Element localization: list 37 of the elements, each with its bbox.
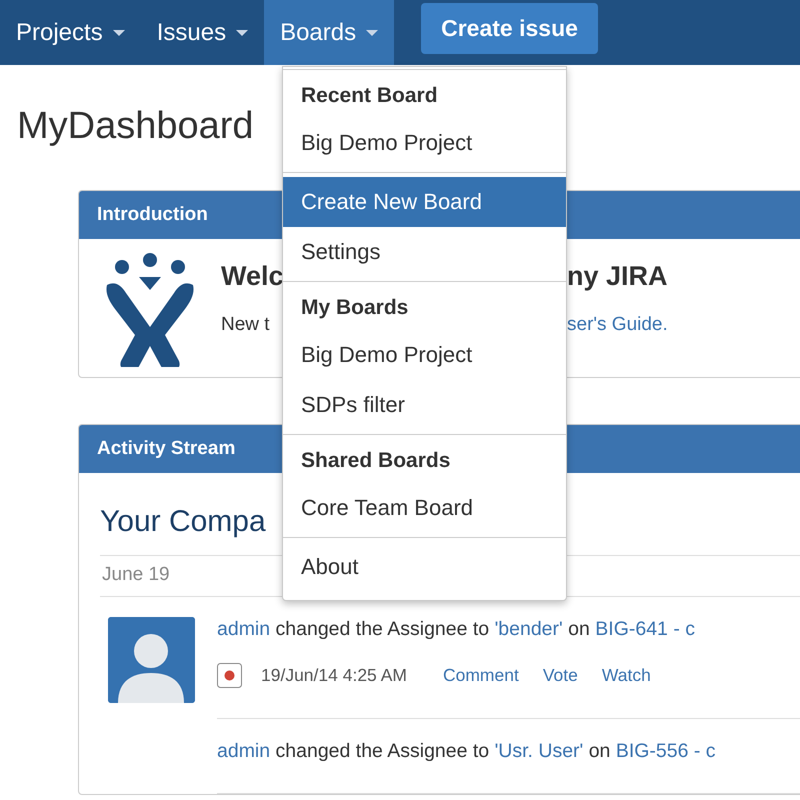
activity-heading: Your Compa	[100, 505, 266, 539]
activity-text: admin changed the Assignee to 'Usr. User' on BIG-556 - c	[217, 739, 716, 763]
guide-link[interactable]: ser's Guide.	[567, 314, 668, 336]
action-link[interactable]: Comment	[442, 665, 519, 686]
activity-link[interactable]: BIG-641 - c	[595, 618, 695, 640]
activity-link[interactable]: admin	[217, 618, 270, 640]
action-link[interactable]: Watch	[602, 665, 651, 686]
menu-section-heading: Shared Boards	[300, 448, 452, 474]
menu-item[interactable]: Big Demo Project	[283, 118, 566, 168]
menu-section-heading: My Boards	[300, 295, 410, 321]
menu-item[interactable]: Settings	[283, 227, 566, 277]
action-link[interactable]: Vote	[542, 665, 578, 686]
activity-text: admin changed the Assignee to 'bender' on BIG-641 - c	[217, 617, 695, 641]
menu-item[interactable]: Create New Board	[283, 177, 566, 227]
menu-item[interactable]: Big Demo Project	[283, 330, 566, 380]
activity-link[interactable]: 'bender'	[494, 618, 563, 640]
timestamp: 19/Jun/14 4:25 AM	[261, 665, 407, 686]
nav-menu-tab[interactable]: Issues	[140, 0, 264, 65]
date-label: June 19	[102, 564, 170, 586]
intro-text: New t	[221, 314, 270, 336]
caret-icon	[236, 30, 248, 36]
menu-item[interactable]: SDPs filter	[283, 380, 566, 430]
menu-section-heading: Recent Board	[300, 83, 439, 109]
caret-icon	[366, 30, 378, 36]
menu-item[interactable]: Core Team Board	[283, 483, 566, 533]
menu-item[interactable]: About	[283, 542, 566, 592]
caret-icon	[112, 30, 125, 36]
create-issue-button[interactable]: Create issue	[421, 3, 598, 54]
nav-menu-tab[interactable]: Boards	[264, 0, 394, 65]
activity-link[interactable]: 'Usr. User'	[494, 740, 584, 762]
activity-link[interactable]: BIG-556 - c	[616, 740, 716, 762]
issue-type-icon	[217, 663, 242, 688]
page-title: MyDashboard	[17, 105, 254, 148]
welcome-heading: Welc	[221, 261, 284, 292]
activity-link[interactable]: admin	[217, 740, 270, 762]
nav-menu-tab[interactable]: Projects	[0, 0, 141, 65]
welcome-heading: ny JIRA	[567, 261, 668, 292]
